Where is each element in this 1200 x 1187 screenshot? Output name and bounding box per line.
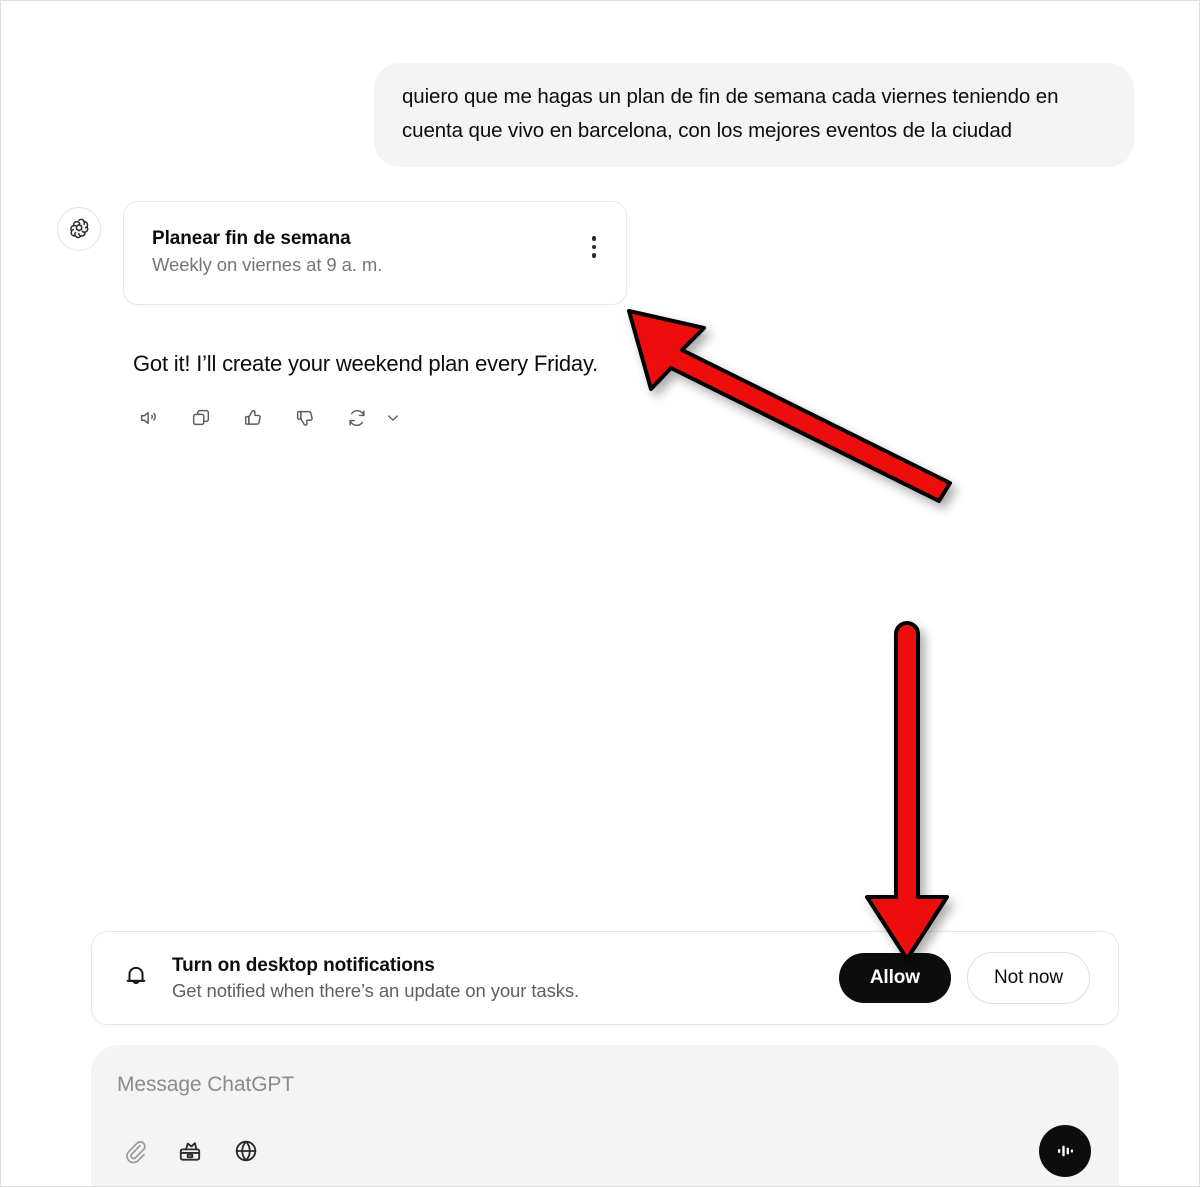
message-action-row [132,401,404,435]
globe-icon[interactable] [229,1134,263,1168]
assistant-message-block: Planear fin de semana Weekly on viernes … [57,201,1139,427]
task-card-schedule: Weekly on viernes at 9 a. m. [152,254,383,275]
thumbs-down-icon[interactable] [288,401,322,435]
task-card-title: Planear fin de semana [152,228,351,249]
chatgpt-window: quiero que me hagas un plan de fin de se… [0,0,1200,1187]
task-card[interactable]: Planear fin de semana Weekly on viernes … [123,201,627,305]
thumbs-up-icon[interactable] [236,401,270,435]
arrow-to-task-card [627,309,952,503]
notification-banner-subtitle: Get notified when there’s an update on y… [172,979,580,1001]
toolbox-icon[interactable] [173,1134,207,1168]
openai-logo-icon [57,207,101,251]
assistant-reply-text: Got it! I’ll create your weekend plan ev… [133,351,599,376]
notification-banner-text: Turn on desktop notifications Get notifi… [172,955,579,1002]
chevron-down-icon[interactable] [382,401,404,435]
kebab-menu-icon[interactable] [584,230,605,264]
notification-banner-actions: Allow Not now [838,952,1090,1004]
speaker-icon[interactable] [132,401,166,435]
allow-button[interactable]: Allow [838,953,951,1003]
notification-banner-title: Turn on desktop notifications [172,954,435,976]
assistant-head: Planear fin de semana Weekly on viernes … [57,201,1139,305]
refresh-icon[interactable] [340,401,374,435]
composer-toolbar [117,1125,1093,1177]
composer-tool-buttons [117,1134,263,1168]
paperclip-icon[interactable] [117,1134,151,1168]
bell-icon [122,962,150,995]
arrow-to-allow-button [865,621,949,961]
not-now-button[interactable]: Not now [966,952,1090,1004]
message-input-placeholder[interactable]: Message ChatGPT [117,1073,1093,1097]
user-message-bubble: quiero que me hagas un plan de fin de se… [374,63,1134,167]
copy-icon[interactable] [184,401,218,435]
desktop-notification-banner: Turn on desktop notifications Get notifi… [91,931,1119,1025]
user-message-row: quiero que me hagas un plan de fin de se… [374,63,1134,167]
notification-banner-left: Turn on desktop notifications Get notifi… [122,955,579,1002]
voice-waveform-icon[interactable] [1039,1125,1091,1177]
task-card-text: Planear fin de semana Weekly on viernes … [152,228,382,276]
message-composer[interactable]: Message ChatGPT [91,1045,1119,1186]
